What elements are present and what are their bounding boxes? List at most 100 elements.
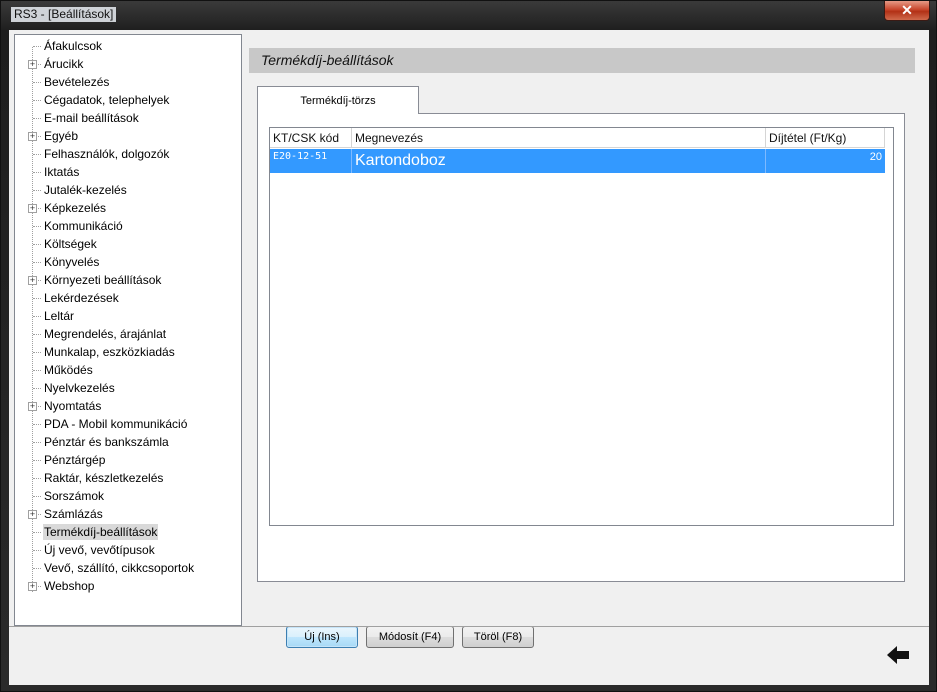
- tree-connector: [33, 172, 41, 173]
- cell-rate: 20: [869, 151, 882, 163]
- tree-connector: [33, 532, 41, 533]
- termekdij-grid[interactable]: KT/CSK kód Megnevezés Díjtétel (Ft/Kg) E…: [269, 127, 894, 526]
- grid-header: KT/CSK kód Megnevezés Díjtétel (Ft/Kg): [270, 128, 893, 149]
- footer-divider: [9, 626, 929, 627]
- tab-termekdij-torzs[interactable]: Termékdíj-törzs: [257, 86, 419, 114]
- expand-icon[interactable]: +: [28, 582, 37, 591]
- tree-connector: [33, 478, 41, 479]
- tree-item-label: Pénztár és bankszámla: [44, 435, 169, 449]
- tree-connector: [33, 100, 41, 101]
- expand-icon[interactable]: +: [28, 204, 37, 213]
- tree-connector: [33, 298, 41, 299]
- tree-item[interactable]: + Környezeti beállítások: [15, 271, 241, 289]
- tree-item-label: Egyéb: [44, 129, 79, 143]
- tree-item-label: Nyelvkezelés: [44, 381, 115, 395]
- tree-connector: [33, 244, 41, 245]
- tree-item-label: Sorszámok: [44, 489, 105, 503]
- table-row[interactable]: E20-12-51 Kartondoboz 20: [270, 149, 885, 173]
- tree-item-label: Környezeti beállítások: [44, 273, 162, 287]
- back-arrow-icon[interactable]: [885, 643, 911, 667]
- tree-item-label: E-mail beállítások: [44, 111, 139, 125]
- tree-item[interactable]: Jutalék-kezelés: [15, 181, 241, 199]
- tree-item[interactable]: Megrendelés, árajánlat: [15, 325, 241, 343]
- tree-item[interactable]: Pénztár és bankszámla: [15, 433, 241, 451]
- tree-item[interactable]: Vevő, szállító, cikkcsoportok: [15, 559, 241, 577]
- tree-connector: [33, 496, 41, 497]
- tree-connector: [33, 262, 41, 263]
- column-header-code[interactable]: KT/CSK kód: [270, 128, 352, 148]
- tree-item[interactable]: + Nyomtatás: [15, 397, 241, 415]
- tree-connector: [33, 316, 41, 317]
- tab-panel: KT/CSK kód Megnevezés Díjtétel (Ft/Kg) E…: [257, 113, 905, 648]
- tree-item[interactable]: Könyvelés: [15, 253, 241, 271]
- tree-item-label: Kommunikáció: [44, 219, 123, 233]
- tree-item-label: Vevő, szállító, cikkcsoportok: [44, 561, 195, 575]
- title-bar[interactable]: RS3 - [Beállítások] ✕: [1, 1, 936, 27]
- tree-connector: [33, 550, 41, 551]
- tree-item[interactable]: Kommunikáció: [15, 217, 241, 235]
- tree-item[interactable]: Termékdíj-beállítások: [15, 523, 241, 541]
- delete-button[interactable]: Töröl (F8): [462, 626, 534, 648]
- tree-item[interactable]: Bevételezés: [15, 73, 241, 91]
- tree-item-label: Költségek: [44, 237, 97, 251]
- app-window: RS3 - [Beállítások] ✕ Áfakulcsok + Árucikk…: [0, 0, 937, 692]
- tree-connector: [33, 334, 41, 335]
- expand-icon[interactable]: +: [28, 132, 37, 141]
- expand-icon[interactable]: +: [28, 402, 37, 411]
- tree-item[interactable]: Működés: [15, 361, 241, 379]
- expand-icon[interactable]: +: [28, 510, 37, 519]
- tree-item[interactable]: Cégadatok, telephelyek: [15, 91, 241, 109]
- new-button[interactable]: Új (Ins): [286, 626, 358, 648]
- tab-label: Termékdíj-törzs: [300, 95, 376, 107]
- expand-icon[interactable]: +: [28, 276, 37, 285]
- tree-connector: [33, 388, 41, 389]
- close-button[interactable]: ✕: [884, 1, 930, 21]
- column-header-rate[interactable]: Díjtétel (Ft/Kg): [766, 128, 885, 148]
- tree-item-label: PDA - Mobil kommunikáció: [44, 417, 188, 431]
- tree-item[interactable]: Felhasználók, dolgozók: [15, 145, 241, 163]
- cell-code: E20-12-51: [270, 149, 352, 173]
- tree-connector: [33, 226, 41, 227]
- tree-item-label: Megrendelés, árajánlat: [44, 327, 167, 341]
- tree-item[interactable]: Raktár, készletkezelés: [15, 469, 241, 487]
- tree-connector: [33, 352, 41, 353]
- tree-item[interactable]: Költségek: [15, 235, 241, 253]
- tree-item[interactable]: + Webshop: [15, 577, 241, 595]
- tree-connector: [33, 82, 41, 83]
- tree-item-label: Új vevő, vevőtípusok: [44, 543, 155, 557]
- tree-item[interactable]: Nyelvkezelés: [15, 379, 241, 397]
- tree-item[interactable]: PDA - Mobil kommunikáció: [15, 415, 241, 433]
- tree-item-label: Raktár, készletkezelés: [44, 471, 164, 485]
- tree-item[interactable]: Lekérdezések: [15, 289, 241, 307]
- tree-item[interactable]: + Számlázás: [15, 505, 241, 523]
- tree-item[interactable]: Iktatás: [15, 163, 241, 181]
- tree-item[interactable]: Munkalap, eszközkiadás: [15, 343, 241, 361]
- tree-connector: [33, 442, 41, 443]
- tree-connector: [33, 154, 41, 155]
- modify-button[interactable]: Módosít (F4): [366, 626, 454, 648]
- column-header-name[interactable]: Megnevezés: [352, 128, 766, 148]
- tree-item-label: Leltár: [44, 309, 75, 323]
- tree-item[interactable]: Áfakulcsok: [15, 37, 241, 55]
- tree-item[interactable]: E-mail beállítások: [15, 109, 241, 127]
- tree-connector: [33, 46, 41, 47]
- tree-item-label: Termékdíj-beállítások: [43, 524, 159, 540]
- tree-item-label: Felhasználók, dolgozók: [44, 147, 170, 161]
- tree-item-label: Bevételezés: [44, 75, 110, 89]
- tree-item[interactable]: Pénztárgép: [15, 451, 241, 469]
- tree-item-label: Cégadatok, telephelyek: [44, 93, 170, 107]
- tree-item[interactable]: + Árucikk: [15, 55, 241, 73]
- tree-item-label: Lekérdezések: [44, 291, 119, 305]
- section-header: Termékdíj-beállítások: [249, 48, 915, 73]
- tree-connector: [33, 460, 41, 461]
- tree-item-label: Könyvelés: [44, 255, 100, 269]
- tree-item[interactable]: + Egyéb: [15, 127, 241, 145]
- tree-item-label: Nyomtatás: [44, 399, 102, 413]
- tree-item[interactable]: + Képkezelés: [15, 199, 241, 217]
- client-area: Áfakulcsok + Árucikk Bevételezés Cégadatok, …: [9, 30, 929, 685]
- tree-item[interactable]: Sorszámok: [15, 487, 241, 505]
- expand-icon[interactable]: +: [28, 60, 37, 69]
- tree-item[interactable]: Leltár: [15, 307, 241, 325]
- section-title: Termékdíj-beállítások: [261, 52, 394, 68]
- tree-item[interactable]: Új vevő, vevőtípusok: [15, 541, 241, 559]
